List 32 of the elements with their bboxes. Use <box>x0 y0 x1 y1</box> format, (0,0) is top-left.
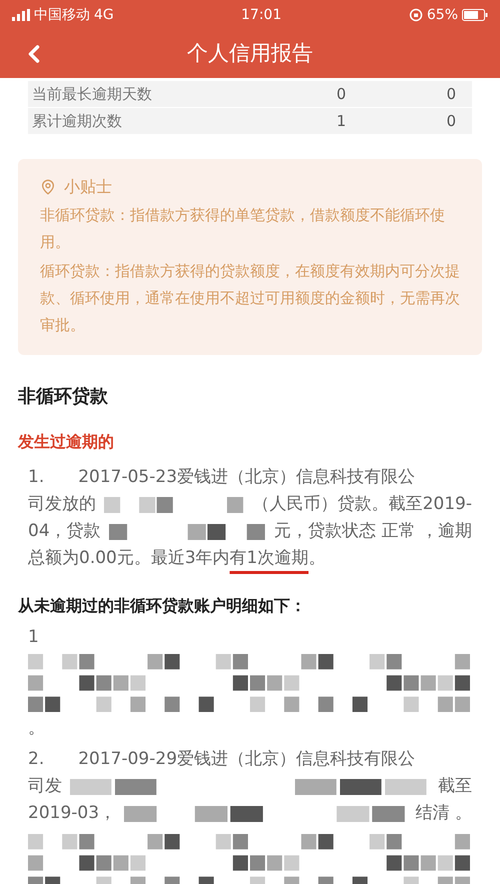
paragraph-text: 元，贷款状态 正常 ，逾期 <box>274 520 472 543</box>
list-heading: 从未逾期过的非循环贷款账户明细如下： <box>18 595 307 617</box>
underlined-text: 有1次逾期 <box>230 547 308 570</box>
paragraph-text: 2. 2017-09-29爱钱进（北京）信息科技有限公 <box>28 748 416 771</box>
paragraph-text: 截至 <box>438 775 472 798</box>
paragraph-text: （人民币）贷款。截至2019- <box>252 493 472 516</box>
table-cell-text: 0 <box>445 110 457 132</box>
paragraph-text: 2019-03， <box>28 802 116 825</box>
battery-percent: 65% <box>426 6 458 24</box>
overdue-heading: 发生过逾期的 <box>18 431 115 453</box>
table-cell-text: 1 <box>335 110 347 132</box>
tip-text: 循环贷款：指借款方获得的贷款额度，在额度有效期内可分次提款、循环使用，通常在使用不超过可用额度的金额时，无需再次审批。 <box>40 261 460 336</box>
paragraph-text: 04，贷款 <box>28 520 101 543</box>
paragraph-text: 总额为0.00元。最近3年内 <box>28 547 230 570</box>
table-cell-text: 0 <box>335 84 347 105</box>
paragraph-text: 1 <box>28 626 39 649</box>
paragraph-text: 司发放的 <box>28 493 96 516</box>
network-type: 4G <box>94 6 114 24</box>
paragraph-text: 结清 。 <box>416 802 472 825</box>
page-title: 个人信用报告 <box>186 40 314 68</box>
table-cell-text: 累计逾期次数 <box>31 110 123 132</box>
table-cell-text: 0 <box>445 84 457 105</box>
table-cell-text: 当前最长逾期天数 <box>31 84 153 105</box>
tip-title: 小贴士 <box>64 176 112 198</box>
tip-text: 非循环贷款：指借款方获得的单笔贷款，借款额度不能循环使用。 <box>40 205 446 253</box>
paragraph-text: 。 <box>308 547 326 570</box>
carrier-name: 中国移动 <box>34 6 90 24</box>
section-title: 非循环贷款 <box>18 385 109 409</box>
paragraph-text: 司发 <box>28 775 62 798</box>
clock-time: 17:01 <box>241 6 282 24</box>
paragraph-text: 1. 2017-05-23爱钱进（北京）信息科技有限公 <box>28 466 416 489</box>
paragraph-text: 。 <box>28 717 45 740</box>
